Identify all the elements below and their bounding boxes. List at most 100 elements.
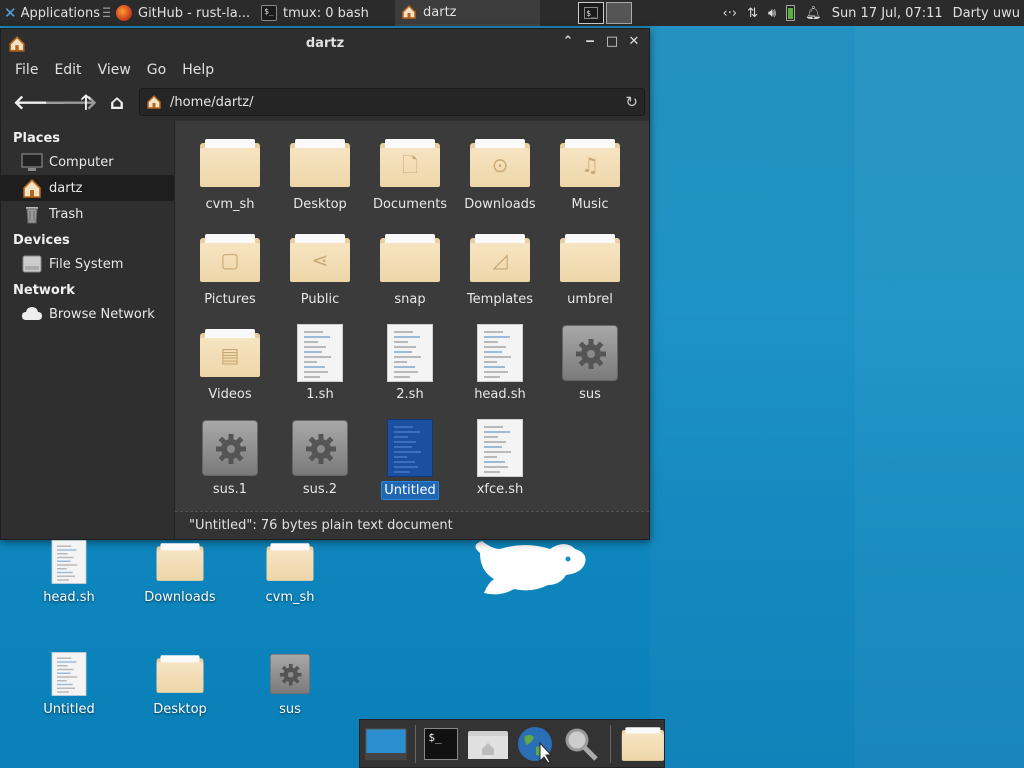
- web-browser-launcher[interactable]: [513, 721, 557, 767]
- file-item[interactable]: ▤ Videos: [185, 321, 275, 416]
- folder-icon: ◿: [470, 234, 530, 282]
- desktop-icon-item[interactable]: Desktop: [135, 652, 225, 717]
- desktop-icon-item[interactable]: Downloads: [135, 540, 225, 605]
- file-item[interactable]: snap: [365, 226, 455, 321]
- file-label: 1.sh: [306, 387, 334, 402]
- file-item[interactable]: 🗋 Documents: [365, 131, 455, 226]
- file-manager-window: dartz ⌃ ‒ □ ✕ File Edit View Go Help 🡐 🡒…: [0, 28, 650, 540]
- show-desktop-button[interactable]: [364, 721, 408, 767]
- folder-emblem-icon: ⊙: [491, 153, 509, 177]
- wallpaper-band: [855, 26, 1024, 768]
- menu-help[interactable]: Help: [174, 62, 222, 78]
- desktop-icon-item[interactable]: Untitled: [24, 652, 114, 717]
- text-file-icon: [387, 419, 433, 477]
- sidebar-item-filesystem[interactable]: File System: [1, 251, 174, 277]
- file-item[interactable]: ⊙ Downloads: [455, 131, 545, 226]
- workspace-1[interactable]: $_: [578, 2, 604, 24]
- network-updown-icon[interactable]: ⇅: [747, 6, 758, 21]
- app-finder-launcher[interactable]: [559, 721, 603, 767]
- file-item[interactable]: 1.sh: [275, 321, 365, 416]
- folder-launcher[interactable]: [615, 721, 664, 767]
- forward-button[interactable]: 🡒: [44, 91, 98, 113]
- folder-icon: ♫: [560, 139, 620, 187]
- file-item[interactable]: umbrel: [545, 226, 635, 321]
- file-item[interactable]: ⋖ Public: [275, 226, 365, 321]
- reload-icon[interactable]: ↻: [625, 93, 638, 111]
- desktop-icon-item[interactable]: sus: [245, 652, 335, 717]
- back-button[interactable]: 🡐: [13, 91, 67, 113]
- home-button[interactable]: ⌂: [106, 91, 128, 113]
- file-item[interactable]: head.sh: [455, 321, 545, 416]
- volume-icon[interactable]: 🔊︎: [768, 6, 776, 21]
- battery-icon[interactable]: [786, 5, 796, 21]
- file-item[interactable]: 2.sh: [365, 321, 455, 416]
- file-item[interactable]: cvm_sh: [185, 131, 275, 226]
- clock[interactable]: Sun 17 Jul, 07:11: [832, 6, 943, 21]
- sidebar-item-label: Browse Network: [49, 306, 155, 322]
- location-path[interactable]: /home/dartz/: [170, 95, 625, 110]
- file-view[interactable]: cvm_sh Desktop 🗋 Documents ⊙ Downloads ♫ Music ▢…: [175, 121, 649, 539]
- file-label: Untitled: [381, 481, 439, 500]
- file-label: umbrel: [567, 292, 613, 307]
- window-title: dartz: [305, 35, 345, 51]
- file-item[interactable]: Untitled: [365, 416, 455, 511]
- user-menu[interactable]: Darty uwu: [953, 6, 1020, 21]
- close-button[interactable]: ✕: [627, 34, 641, 50]
- system-tray: ‹·› ⇅ 🔊︎ 🔔︎ Sun 17 Jul, 07:11 Darty uwu: [723, 5, 1024, 21]
- file-label: 2.sh: [396, 387, 424, 402]
- sidebar-item-trash[interactable]: Trash: [1, 201, 174, 227]
- workspace-2[interactable]: [606, 2, 632, 24]
- desktop-icon: [365, 728, 407, 759]
- minimize-button[interactable]: ‒: [583, 34, 597, 50]
- folder-emblem-icon: ▢: [220, 248, 240, 272]
- folder-icon: [290, 139, 350, 187]
- executable-icon: [562, 325, 618, 381]
- sidebar-item-computer[interactable]: Computer: [1, 149, 174, 175]
- file-item[interactable]: sus.1: [185, 416, 275, 511]
- file-item[interactable]: sus: [545, 321, 635, 416]
- file-label: Music: [571, 197, 609, 212]
- menu-edit[interactable]: Edit: [46, 62, 89, 78]
- file-item[interactable]: ▢ Pictures: [185, 226, 275, 321]
- desktop-icon-label: sus: [279, 702, 301, 717]
- menu-view[interactable]: View: [90, 62, 139, 78]
- file-item[interactable]: ◿ Templates: [455, 226, 545, 321]
- applications-menu[interactable]: ✕ Applications ☰: [0, 0, 110, 26]
- file-item[interactable]: ♫ Music: [545, 131, 635, 226]
- wallpaper-band: [650, 26, 855, 768]
- taskbar-item-dartz[interactable]: dartz: [395, 0, 540, 26]
- desktop-icon-label: Untitled: [43, 702, 95, 717]
- terminal-launcher[interactable]: $_: [420, 721, 464, 767]
- taskbar-item-github[interactable]: GitHub - rust-la...: [110, 0, 255, 26]
- file-manager-launcher[interactable]: [466, 721, 510, 767]
- file-item[interactable]: sus.2: [275, 416, 365, 511]
- desktop-icon-label: Desktop: [153, 702, 207, 717]
- taskbar-item-tmux[interactable]: $_ tmux: 0 bash: [255, 0, 395, 26]
- folder-icon: ▤: [200, 329, 260, 377]
- magnifier-icon: [565, 728, 599, 761]
- shade-button[interactable]: ⌃: [561, 34, 575, 50]
- firefox-icon: [116, 5, 132, 21]
- xfce-mouse-logo: [475, 541, 586, 595]
- sidebar-item-browse-network[interactable]: Browse Network: [1, 301, 174, 327]
- sidebar-item-dartz[interactable]: dartz: [1, 175, 174, 201]
- file-item[interactable]: Desktop: [275, 131, 365, 226]
- home-icon: [402, 4, 416, 19]
- desktop-icon-item[interactable]: cvm_sh: [245, 540, 335, 605]
- file-label: Documents: [372, 197, 448, 212]
- notification-bell-icon[interactable]: 🔔︎: [805, 6, 822, 21]
- menu-file[interactable]: File: [7, 62, 46, 78]
- terminal-icon: $_: [584, 7, 598, 19]
- folder-emblem-icon: ⋖: [311, 248, 329, 272]
- network-arrows-icon[interactable]: ‹·›: [723, 6, 738, 21]
- window-titlebar[interactable]: dartz ⌃ ‒ □ ✕: [1, 29, 649, 57]
- menu-go[interactable]: Go: [139, 62, 174, 78]
- desktop-icon-item[interactable]: head.sh: [24, 540, 114, 605]
- maximize-button[interactable]: □: [605, 34, 619, 50]
- file-item[interactable]: xfce.sh: [455, 416, 545, 511]
- up-button[interactable]: 🡑: [75, 91, 97, 113]
- sidebar-item-label: File System: [49, 256, 124, 272]
- task-label: GitHub - rust-la...: [138, 5, 251, 21]
- workspace-switcher[interactable]: $_: [578, 0, 634, 26]
- location-bar[interactable]: /home/dartz/ ↻: [139, 88, 645, 116]
